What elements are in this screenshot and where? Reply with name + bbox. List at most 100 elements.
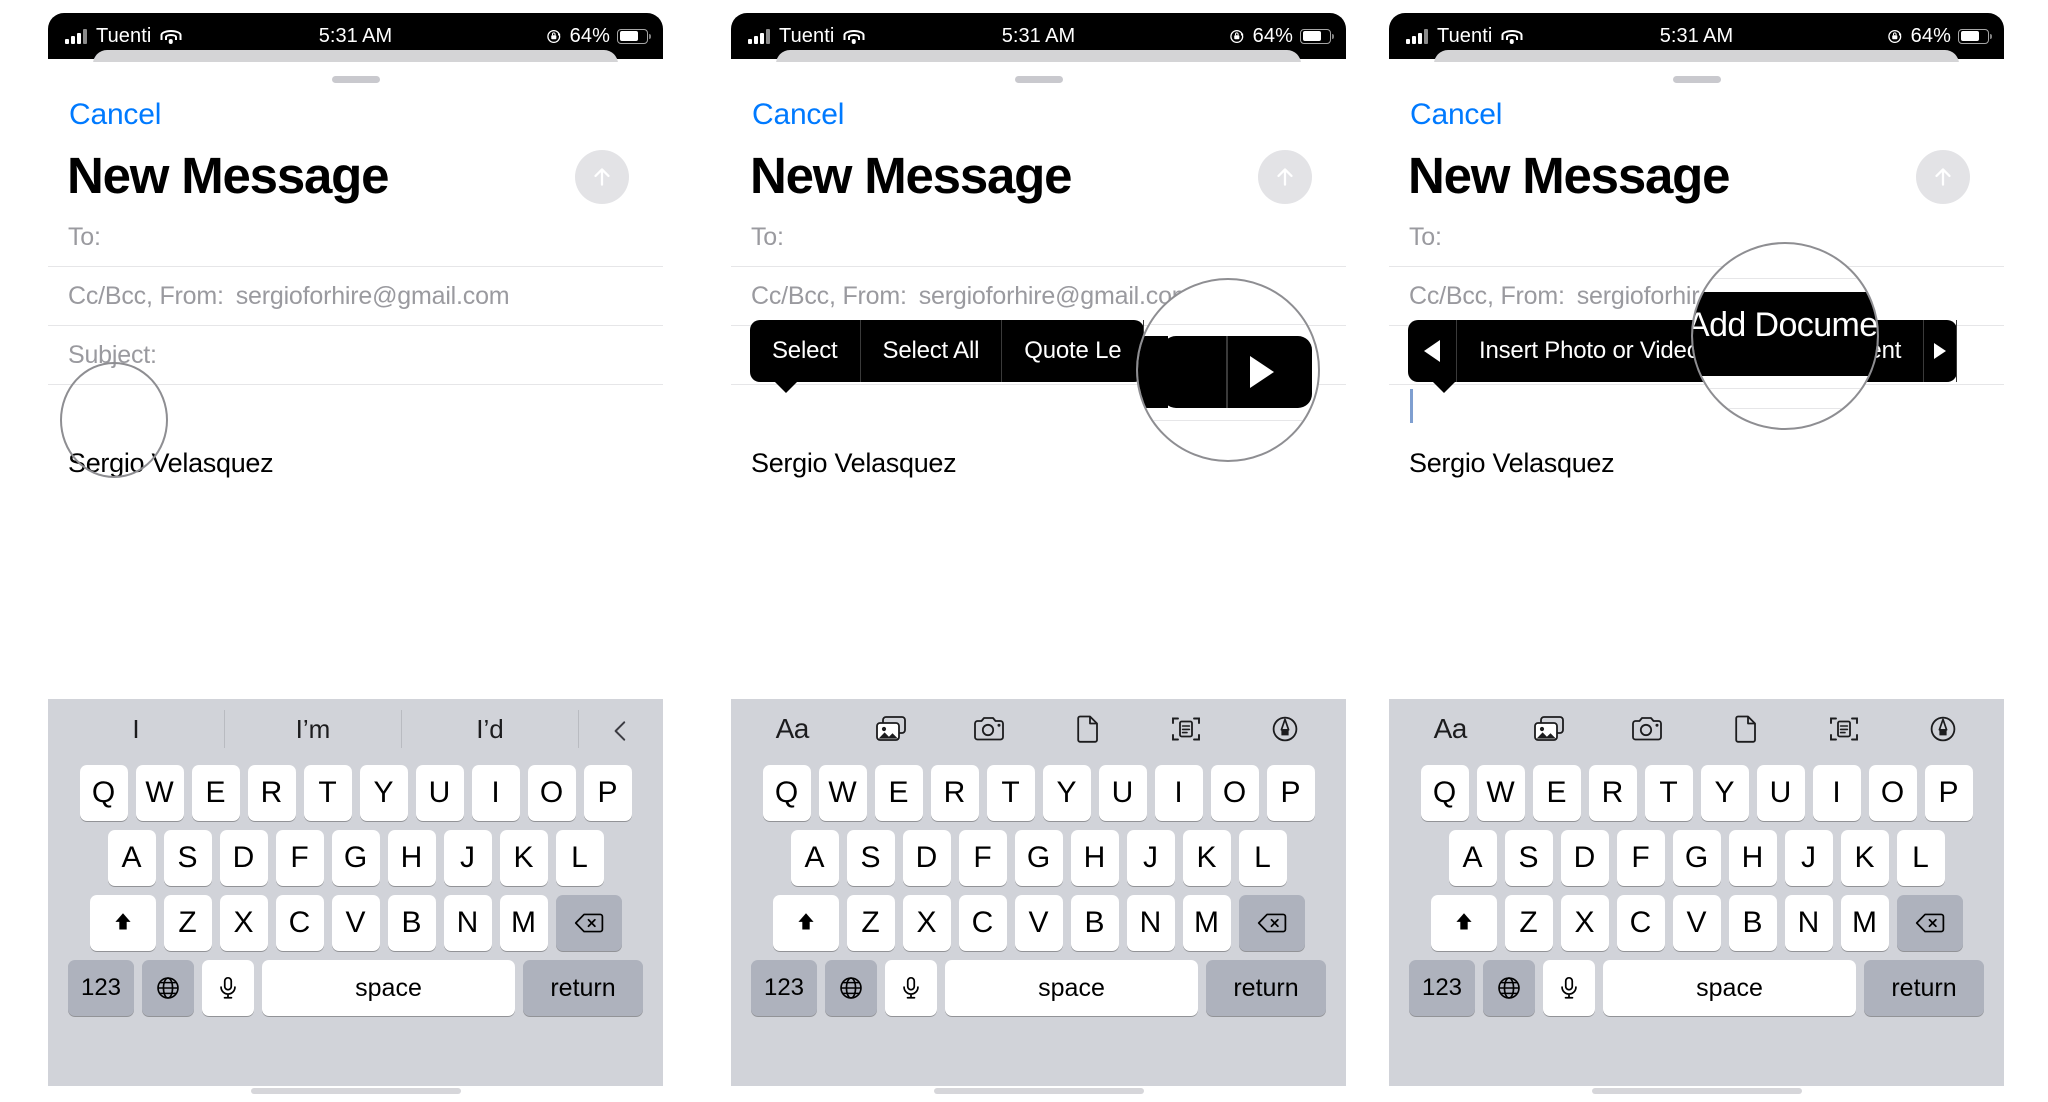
scan-document-icon[interactable]	[1824, 711, 1864, 747]
key-t[interactable]: T	[303, 765, 352, 821]
key-m[interactable]: M	[1840, 895, 1889, 951]
key-j[interactable]: J	[1126, 830, 1175, 886]
key-a[interactable]: A	[1448, 830, 1497, 886]
backspace-key[interactable]	[555, 895, 622, 951]
key-g[interactable]: G	[331, 830, 380, 886]
key-w[interactable]: W	[818, 765, 867, 821]
context-menu-item-select[interactable]: Select	[750, 320, 861, 382]
key-k[interactable]: K	[1840, 830, 1889, 886]
key-s[interactable]: S	[163, 830, 212, 886]
key-o[interactable]: O	[1868, 765, 1917, 821]
key-x[interactable]: X	[1560, 895, 1609, 951]
key-e[interactable]: E	[191, 765, 240, 821]
context-menu-item-quote-level[interactable]: Quote Le	[1002, 320, 1145, 382]
key-j[interactable]: J	[443, 830, 492, 886]
key-i[interactable]: I	[471, 765, 520, 821]
key-m[interactable]: M	[1182, 895, 1231, 951]
key-i[interactable]: I	[1154, 765, 1203, 821]
key-a[interactable]: A	[790, 830, 839, 886]
sheet-grabber-handle[interactable]	[331, 76, 380, 83]
key-l[interactable]: L	[1896, 830, 1945, 886]
camera-icon[interactable]	[969, 711, 1009, 747]
key-v[interactable]: V	[331, 895, 380, 951]
dictation-key[interactable]	[202, 960, 254, 1016]
to-field[interactable]: To:	[731, 208, 1346, 267]
dictation-key[interactable]	[1543, 960, 1595, 1016]
key-q[interactable]: Q	[762, 765, 811, 821]
cancel-button[interactable]: Cancel	[69, 98, 161, 132]
photo-library-icon[interactable]	[871, 711, 911, 747]
prediction-1[interactable]: I	[48, 710, 225, 748]
key-r[interactable]: R	[930, 765, 979, 821]
key-n[interactable]: N	[443, 895, 492, 951]
key-k[interactable]: K	[499, 830, 548, 886]
key-i[interactable]: I	[1812, 765, 1861, 821]
numbers-key[interactable]: 123	[68, 960, 134, 1016]
key-t[interactable]: T	[1644, 765, 1693, 821]
predictive-collapse-button[interactable]	[579, 710, 663, 748]
backspace-key[interactable]	[1896, 895, 1963, 951]
key-u[interactable]: U	[1756, 765, 1805, 821]
shift-key[interactable]	[772, 895, 839, 951]
key-h[interactable]: H	[387, 830, 436, 886]
key-f[interactable]: F	[275, 830, 324, 886]
key-k[interactable]: K	[1182, 830, 1231, 886]
key-p[interactable]: P	[1266, 765, 1315, 821]
markup-pen-icon[interactable]	[1923, 711, 1963, 747]
key-d[interactable]: D	[1560, 830, 1609, 886]
key-a[interactable]: A	[107, 830, 156, 886]
send-button[interactable]	[1916, 150, 1970, 204]
space-key[interactable]: space	[262, 960, 515, 1016]
dictation-key[interactable]	[885, 960, 937, 1016]
key-d[interactable]: D	[902, 830, 951, 886]
document-icon[interactable]	[1068, 711, 1108, 747]
cancel-button[interactable]: Cancel	[1410, 98, 1502, 132]
context-menu-item-insert-photo-or-video[interactable]: Insert Photo or Video	[1457, 320, 1723, 382]
key-c[interactable]: C	[958, 895, 1007, 951]
key-o[interactable]: O	[527, 765, 576, 821]
key-e[interactable]: E	[1532, 765, 1581, 821]
context-menu-item-select-all[interactable]: Select All	[861, 320, 1003, 382]
key-b[interactable]: B	[387, 895, 436, 951]
key-q[interactable]: Q	[1420, 765, 1469, 821]
key-x[interactable]: X	[902, 895, 951, 951]
key-v[interactable]: V	[1672, 895, 1721, 951]
globe-key[interactable]	[142, 960, 194, 1016]
globe-key[interactable]	[825, 960, 877, 1016]
key-v[interactable]: V	[1014, 895, 1063, 951]
format-text-icon[interactable]: Aa	[1430, 711, 1470, 747]
key-n[interactable]: N	[1126, 895, 1175, 951]
key-y[interactable]: Y	[359, 765, 408, 821]
triangle-right-icon[interactable]	[1250, 356, 1274, 388]
key-p[interactable]: P	[1924, 765, 1973, 821]
key-u[interactable]: U	[1098, 765, 1147, 821]
prediction-2[interactable]: I’m	[225, 710, 402, 748]
key-p[interactable]: P	[583, 765, 632, 821]
to-field[interactable]: To:	[48, 208, 663, 267]
magnified-add-document-label[interactable]: Add Document	[1693, 306, 1877, 345]
prediction-3[interactable]: I’d	[402, 710, 579, 748]
key-j[interactable]: J	[1784, 830, 1833, 886]
format-text-icon[interactable]: Aa	[772, 711, 812, 747]
key-q[interactable]: Q	[79, 765, 128, 821]
key-c[interactable]: C	[1616, 895, 1665, 951]
key-y[interactable]: Y	[1042, 765, 1091, 821]
cc-bcc-from-field[interactable]: Cc/Bcc, From: sergioforhire@gmail.com	[48, 267, 663, 326]
key-t[interactable]: T	[986, 765, 1035, 821]
context-menu-prev-button[interactable]	[1408, 320, 1457, 382]
key-l[interactable]: L	[555, 830, 604, 886]
shift-key[interactable]	[1430, 895, 1497, 951]
globe-key[interactable]	[1483, 960, 1535, 1016]
key-g[interactable]: G	[1014, 830, 1063, 886]
key-r[interactable]: R	[1588, 765, 1637, 821]
photo-library-icon[interactable]	[1529, 711, 1569, 747]
key-u[interactable]: U	[415, 765, 464, 821]
key-z[interactable]: Z	[846, 895, 895, 951]
backspace-key[interactable]	[1238, 895, 1305, 951]
key-h[interactable]: H	[1070, 830, 1119, 886]
key-s[interactable]: S	[846, 830, 895, 886]
context-menu-next-button[interactable]	[1924, 320, 1958, 382]
numbers-key[interactable]: 123	[1409, 960, 1475, 1016]
key-w[interactable]: W	[135, 765, 184, 821]
sheet-grabber-handle[interactable]	[1672, 76, 1721, 83]
